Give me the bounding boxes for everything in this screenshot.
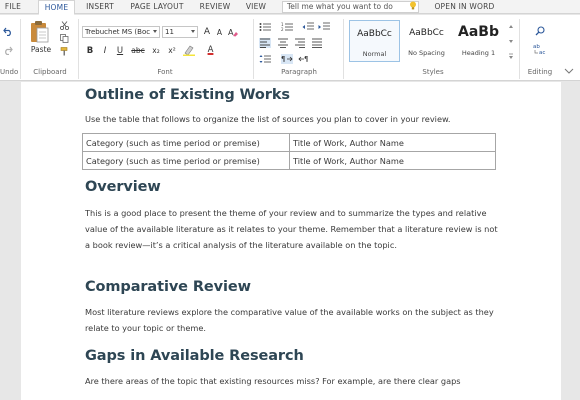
svg-text:ac: ac [539, 50, 545, 55]
redo-icon[interactable] [3, 45, 13, 55]
font-group-label: Font [157, 68, 173, 76]
style-no-spacing[interactable]: AaBbCc No Spacing [401, 20, 452, 62]
justify-icon[interactable] [311, 38, 323, 48]
group-divider [253, 19, 254, 79]
group-divider [78, 19, 79, 79]
paste-icon[interactable] [30, 20, 50, 44]
tab-page-layout[interactable]: PAGE LAYOUT [125, 0, 189, 14]
italic-button[interactable]: I [101, 46, 109, 56]
underline-button[interactable]: U [116, 46, 124, 56]
open-in-word-button[interactable]: OPEN IN WORD [432, 0, 497, 14]
bullets-icon[interactable] [259, 22, 272, 32]
svg-text:A: A [228, 28, 234, 37]
style-preview: AaBbCc [357, 29, 392, 39]
tab-review[interactable]: REVIEW [195, 0, 235, 14]
ribbon: Undo Paste Clipboard Trebuchet MS (Boc 1… [0, 15, 580, 81]
subscript-button[interactable]: x₂ [150, 46, 162, 56]
superscript-button[interactable]: x² [166, 46, 178, 56]
style-name: Normal [362, 50, 387, 58]
align-left-icon[interactable] [259, 38, 271, 48]
bold-button[interactable]: B [86, 46, 94, 56]
paste-button-label[interactable]: Paste [28, 45, 54, 55]
align-right-icon[interactable] [294, 38, 306, 48]
font-size-value: 11 [165, 28, 174, 36]
replace-icon[interactable]: ab ac [533, 43, 547, 55]
collapse-ribbon-icon[interactable] [564, 67, 574, 75]
paragraph-comparative-review: Most literature reviews explore the comp… [85, 307, 494, 333]
undo-icon[interactable] [3, 26, 13, 36]
group-divider [343, 19, 344, 79]
chevron-down-icon [191, 30, 195, 33]
format-painter-icon[interactable] [60, 47, 69, 56]
copy-icon[interactable] [60, 34, 69, 43]
font-name-dropdown[interactable]: Trebuchet MS (Boc [82, 26, 160, 38]
svg-text:2: 2 [281, 27, 284, 32]
heading-gaps-in-research: Gaps in Available Research [85, 348, 304, 364]
shrink-font-button[interactable]: A [215, 28, 224, 38]
rtl-direction-icon[interactable]: ¶ [298, 54, 310, 64]
heading-outline-of-existing-works: Outline of Existing Works [85, 87, 290, 103]
numbering-icon[interactable]: 12 [281, 22, 294, 32]
tab-file[interactable]: FILE [2, 0, 24, 14]
editing-group-label: Editing [527, 68, 553, 76]
table-row: Category (such as time period or premise… [82, 133, 496, 152]
ribbon-tab-bar: FILE HOME INSERT PAGE LAYOUT REVIEW VIEW… [0, 0, 580, 15]
table-cell[interactable]: Title of Work, Author Name [289, 133, 496, 152]
table-cell[interactable]: Category (such as time period or premise… [82, 133, 290, 152]
style-preview: AaBbCc [409, 28, 444, 38]
table-cell[interactable]: Category (such as time period or premise… [82, 151, 290, 170]
tab-insert[interactable]: INSERT [81, 0, 119, 14]
lightbulb-icon [410, 1, 416, 10]
group-divider [519, 19, 520, 79]
heading-comparative-review: Comparative Review [85, 279, 251, 295]
align-center-icon[interactable] [277, 38, 289, 48]
svg-text:¶: ¶ [281, 55, 285, 63]
increase-indent-icon[interactable] [318, 22, 330, 32]
strikethrough-button[interactable]: abc [131, 46, 145, 56]
sources-table[interactable]: Category (such as time period or premise… [82, 133, 496, 170]
style-heading-1[interactable]: AaBb Heading 1 [453, 20, 504, 62]
document-left-margin [0, 82, 21, 400]
paragraph-group-label: Paragraph [281, 68, 317, 76]
svg-text:¶: ¶ [304, 55, 308, 63]
style-name: No Spacing [408, 49, 445, 57]
ltr-direction-icon[interactable]: ¶ [281, 54, 293, 64]
font-size-dropdown[interactable]: 11 [162, 26, 198, 38]
font-name-value: Trebuchet MS (Boc [85, 28, 151, 36]
find-search-icon[interactable] [535, 26, 545, 36]
styles-group-label: Styles [422, 68, 444, 76]
group-divider [20, 19, 21, 79]
style-preview: AaBb [458, 24, 499, 40]
heading-overview: Overview [85, 179, 161, 195]
table-cell[interactable]: Title of Work, Author Name [289, 151, 496, 170]
tab-home[interactable]: HOME [38, 0, 75, 15]
paragraph-overview: This is a good place to present the them… [85, 208, 498, 250]
paragraph-gaps-in-research: Are there areas of the topic that existi… [85, 376, 461, 386]
clear-formatting-icon[interactable]: A [228, 27, 238, 37]
style-name: Heading 1 [461, 49, 496, 57]
highlighter-icon[interactable] [183, 45, 195, 56]
tab-view[interactable]: VIEW [241, 0, 271, 14]
styles-scroll-icon[interactable] [507, 23, 515, 61]
tell-me-search-box[interactable]: Tell me what you want to do [282, 1, 419, 13]
clipboard-group-label: Clipboard [33, 68, 67, 76]
table-row: Category (such as time period or premise… [82, 151, 496, 170]
document-page[interactable]: Outline of Existing Works Use the table … [21, 82, 561, 400]
decrease-indent-icon[interactable] [302, 22, 314, 32]
chevron-down-icon [153, 30, 157, 33]
paragraph-outline-intro: Use the table that follows to organize t… [85, 114, 451, 124]
line-spacing-icon[interactable] [259, 54, 271, 64]
document-right-margin [561, 82, 580, 400]
grow-font-button[interactable]: A [202, 27, 212, 37]
style-normal[interactable]: AaBbCc Normal [349, 20, 400, 62]
undo-group-label: Undo [0, 68, 19, 76]
font-color-button[interactable]: A [206, 45, 215, 55]
cut-icon[interactable] [60, 21, 69, 30]
